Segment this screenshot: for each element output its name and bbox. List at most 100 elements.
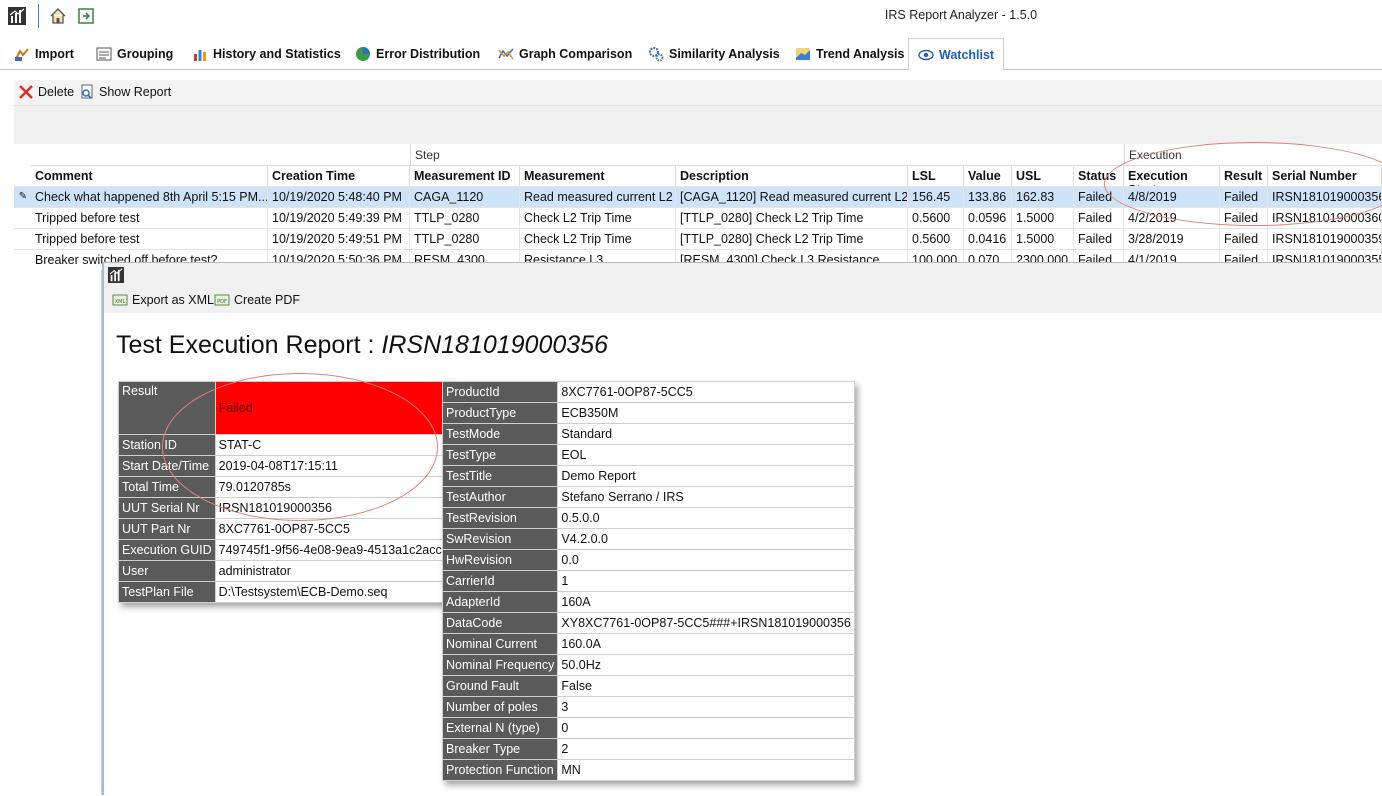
tab-import[interactable]: Import [10, 38, 78, 70]
property-row: Ground Fault False [441, 675, 855, 697]
cell-serial-number[interactable]: IRSN181019000356 [1268, 187, 1382, 208]
cell-measurement-id[interactable]: TTLP_0280 [410, 208, 520, 229]
cell-measurement[interactable]: Read measured current L2 [520, 187, 676, 208]
tab-similarity-label: Similarity Analysis [669, 47, 780, 61]
col-header-execution-start[interactable]: Execution Start [1124, 165, 1220, 197]
tab-similarity-analysis[interactable]: Similarity Analysis [644, 38, 784, 70]
cell-usl[interactable]: 1.5000 [1012, 229, 1074, 250]
cell-description[interactable]: [CAGA_1120] Read measured current L2 [676, 187, 908, 208]
cell-execution-start[interactable]: 3/28/2019 [1124, 229, 1220, 250]
cell-usl[interactable]: 162.83 [1012, 187, 1074, 208]
key-cell: SwRevision [441, 528, 559, 550]
tab-grouping-label: Grouping [117, 47, 174, 61]
cell-status[interactable]: Failed [1074, 229, 1124, 250]
delete-button[interactable]: Delete [18, 84, 74, 100]
group-by-panel[interactable] [14, 106, 1382, 144]
col-header-comment[interactable]: Comment [31, 165, 268, 186]
table-row[interactable]: Tripped before test 10/19/2020 5:49:51 P… [14, 228, 1382, 250]
tab-trend-analysis[interactable]: Trend Analysis [791, 38, 908, 70]
cell-result[interactable]: Failed [1220, 187, 1268, 208]
show-report-button[interactable]: Show Report [79, 84, 171, 100]
key-cell: Number of poles [441, 696, 559, 718]
cell-creation-time[interactable]: 10/19/2020 5:49:51 PM [268, 229, 410, 250]
cell-value[interactable]: 133.86 [964, 187, 1012, 208]
cell-lsl[interactable]: 156.45 [908, 187, 964, 208]
cell-usl[interactable]: 1.5000 [1012, 208, 1074, 229]
col-header-measurement[interactable]: Measurement [520, 165, 676, 186]
product-properties-table: ProductId 8XC7761-0OP87-5CC5 ProductType E… [441, 381, 855, 781]
key-cell: Station ID [118, 434, 216, 456]
report-title-serial: IRSN181019000356 [381, 331, 608, 359]
col-header-status[interactable]: Status [1074, 165, 1124, 186]
cell-serial-number[interactable]: IRSN181019000360 [1268, 208, 1382, 229]
property-row: HwRevision 0.0 [441, 549, 855, 571]
cell-measurement-id[interactable]: CAGA_1120 [410, 187, 520, 208]
value-cell: EOL [557, 444, 855, 466]
property-row: Breaker Type 2 [441, 738, 855, 760]
cell-measurement[interactable]: Check L2 Trip Time [520, 208, 676, 229]
bar-chart-icon [194, 50, 206, 61]
table-row[interactable]: ✎ Check what happened 8th April 5:15 PM.… [14, 186, 1382, 208]
export-xml-button[interactable]: XML Export as XML [112, 292, 214, 308]
cell-execution-start[interactable]: 4/2/2019 [1124, 208, 1220, 229]
value-cell: 160.0A [557, 633, 855, 655]
col-header-value[interactable]: Value [964, 165, 1012, 186]
tab-watchlist-label: Watchlist [939, 47, 995, 62]
property-row: TestType EOL [441, 444, 855, 466]
col-header-usl[interactable]: USL [1012, 165, 1074, 186]
key-cell: Nominal Frequency [441, 654, 559, 676]
key-cell: HwRevision [441, 549, 559, 571]
cell-measurement-id[interactable]: TTLP_0280 [410, 229, 520, 250]
cell-description[interactable]: [TTLP_0280] Check L2 Trip Time [676, 229, 908, 250]
summary-row-result: Result Failed [118, 381, 453, 435]
cell-serial-number[interactable]: IRSN181019000359 [1268, 229, 1382, 250]
cell-execution-start[interactable]: 4/8/2019 [1124, 187, 1220, 208]
tab-bar: Import Grouping History and Statistics E… [0, 38, 1382, 71]
tab-history-and-statistics[interactable]: History and Statistics [188, 38, 345, 70]
cell-result[interactable]: Failed [1220, 208, 1268, 229]
summary-row: Start Date/Time 2019-04-08T17:15:11 [118, 455, 453, 477]
tab-grouping[interactable]: Grouping [92, 38, 177, 70]
cell-status[interactable]: Failed [1074, 187, 1124, 208]
key-cell: User [118, 560, 216, 582]
step-group-header: Step [410, 144, 1124, 165]
value-cell: D:\Testsystem\ECB-Demo.seq [214, 581, 453, 603]
cell-lsl[interactable]: 0.5600 [908, 208, 964, 229]
col-header-result[interactable]: Result [1220, 165, 1268, 186]
cell-comment[interactable]: Tripped before test [31, 208, 268, 229]
value-cell: 2 [557, 738, 855, 760]
cell-creation-time[interactable]: 10/19/2020 5:49:39 PM [268, 208, 410, 229]
col-header-creation-time[interactable]: Creation Time [268, 165, 410, 186]
key-cell: AdapterId [441, 591, 559, 613]
svg-text:XML: XML [115, 299, 126, 305]
col-header-serial-number[interactable]: Serial Number [1268, 165, 1382, 186]
col-header-description[interactable]: Description [676, 165, 908, 186]
tab-error-distribution[interactable]: Error Distribution [351, 38, 484, 70]
property-row: DataCode XY8XC7761-0OP87-5CC5###+IRSN1810… [441, 612, 855, 634]
summary-row: Total Time 79.0120785s [118, 476, 453, 498]
tab-watchlist[interactable]: Watchlist [908, 38, 1005, 71]
tab-graph-comparison[interactable]: Graph Comparison [494, 38, 636, 70]
cell-comment[interactable]: Check what happened 8th April 5:15 PM... [31, 187, 268, 208]
cell-lsl[interactable]: 0.5600 [908, 229, 964, 250]
value-cell: 2019-04-08T17:15:11 [214, 455, 453, 477]
table-row[interactable]: Tripped before test 10/19/2020 5:49:39 P… [14, 207, 1382, 229]
cell-description[interactable]: [TTLP_0280] Check L2 Trip Time [676, 208, 908, 229]
cell-comment[interactable]: Tripped before test [31, 229, 268, 250]
cell-value[interactable]: 0.0416 [964, 229, 1012, 250]
cell-result[interactable]: Failed [1220, 229, 1268, 250]
cell-value[interactable]: 0.0596 [964, 208, 1012, 229]
col-header-lsl[interactable]: LSL [908, 165, 964, 186]
key-cell: TestMode [441, 423, 559, 445]
cell-measurement[interactable]: Check L2 Trip Time [520, 229, 676, 250]
col-header-measurement-id[interactable]: Measurement ID [410, 165, 520, 186]
key-cell: Ground Fault [441, 675, 559, 697]
property-row: Protection Function MN [441, 759, 855, 781]
tab-error-distribution-label: Error Distribution [376, 47, 481, 61]
cell-creation-time[interactable]: 10/19/2020 5:48:40 PM [268, 187, 410, 208]
create-pdf-button[interactable]: PDF Create PDF [214, 292, 300, 308]
edit-pencil-icon: ✎ [18, 191, 28, 202]
cell-status[interactable]: Failed [1074, 208, 1124, 229]
property-row: Nominal Frequency 50.0Hz [441, 654, 855, 676]
execution-group-header: Execution [1124, 144, 1382, 165]
